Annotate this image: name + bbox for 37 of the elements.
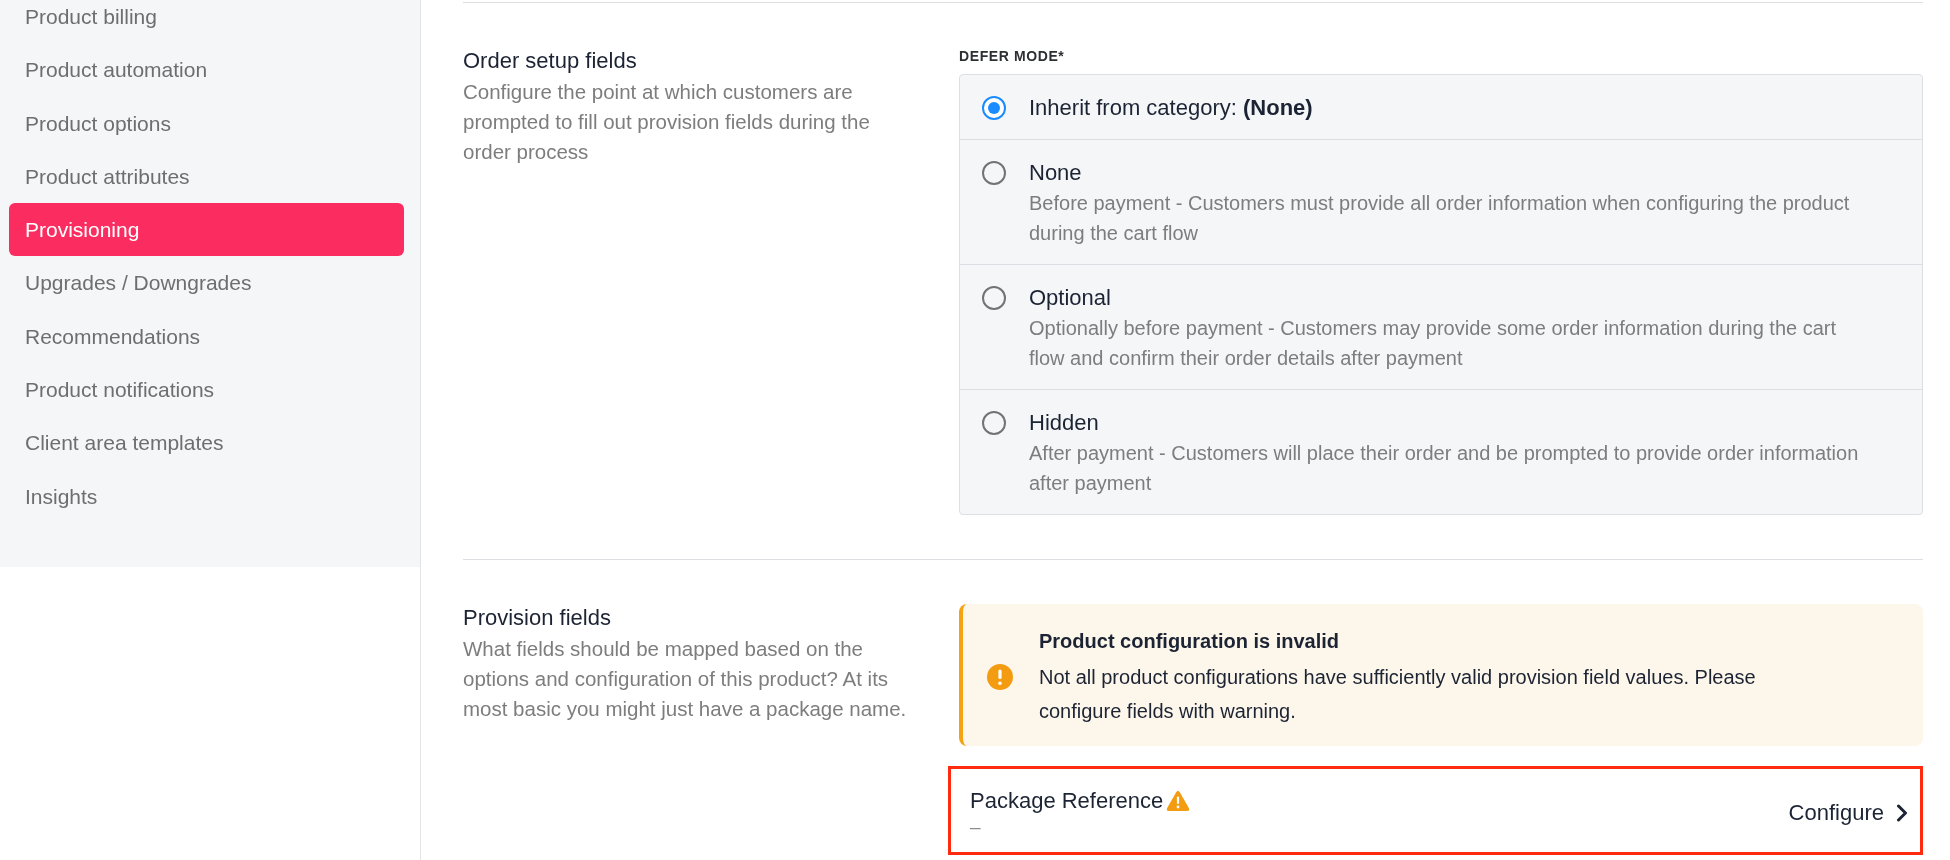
sidebar-item[interactable]: Product attributes (9, 149, 404, 204)
option-label: Inherit from category: (None) (1029, 94, 1314, 122)
alert-title: Product configuration is invalid (1039, 629, 1341, 654)
section-title: Provision fields (463, 604, 612, 632)
option-label: Optional (1029, 284, 1112, 312)
radio-button[interactable] (982, 96, 1006, 120)
sidebar-item[interactable]: Product billing (9, 0, 404, 44)
radio-option[interactable]: Optional Optionally before payment - Customers may provide some order information during the cart flow and confirm their order details after payment (960, 264, 1922, 389)
sidebar-item[interactable]: Product automation (9, 43, 404, 97)
radio-option[interactable]: None Before payment - Customers must provide all order information when configuring the product during the cart flow (960, 139, 1922, 264)
section-description: Configure the point at which customers are prompted to fill out provision fields during the order process (463, 79, 871, 165)
sidebar-item[interactable]: Product notifications (9, 363, 404, 417)
section-title: Order setup fields (463, 47, 638, 75)
alert-message: Not all product configurations have sufficiently valid provision field values. Please configure fields with warning. (1039, 665, 1757, 724)
section-description: What fields should be mapped based on the options and configuration of this product? At its most basic you might just have a package name. (463, 636, 908, 722)
option-label: None (1029, 159, 1083, 187)
sidebar-item[interactable]: Client area templates (9, 416, 404, 470)
option-label: Hidden (1029, 409, 1100, 437)
radio-option[interactable]: Inherit from category: (None) (960, 75, 1922, 139)
sidebar-item[interactable]: Provisioning (9, 203, 404, 257)
field-name: Package Reference (970, 787, 1164, 815)
option-description: After payment - Customers will place their order and be prompted to provide order information after payment (1029, 441, 1860, 496)
radio-button[interactable] (982, 161, 1006, 185)
configure-link[interactable]: Configure (1788, 799, 1908, 827)
sidebar-item[interactable]: Insights (9, 469, 404, 523)
radio-button[interactable] (982, 286, 1006, 310)
field-label: DEFER MODE* (959, 47, 1065, 65)
exclamation-circle-icon (987, 664, 1013, 690)
sidebar-item[interactable]: Product options (9, 96, 404, 150)
option-description: Optionally before payment - Customers may provide some order information during the cart flow and confirm their order details after payment (1029, 316, 1838, 371)
field-value: – (970, 815, 981, 839)
sidebar-item[interactable]: Upgrades / Downgrades (9, 256, 404, 310)
sidebar-item[interactable]: Recommendations (9, 309, 404, 364)
chevron-right-icon (1896, 804, 1908, 822)
radio-button[interactable] (982, 411, 1006, 435)
radio-option[interactable]: Hidden After payment - Customers will place their order and be prompted to provide order information after payment (960, 389, 1922, 514)
option-description: Before payment - Customers must provide all order information when configuring the product during the cart flow (1029, 191, 1851, 246)
